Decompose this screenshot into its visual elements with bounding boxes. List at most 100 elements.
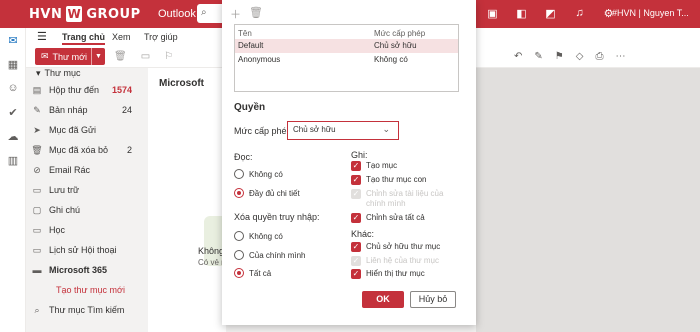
teams-icon[interactable]: ◧ (507, 7, 536, 20)
message-list: Microsoft Không Có vẻ n (148, 68, 226, 332)
hamburger-icon[interactable]: ☰ (37, 30, 47, 43)
dialog-tools: ＋ 🗑 (230, 6, 263, 22)
folder-icon: ▭ (32, 224, 42, 235)
folder-icon: ▬ (32, 265, 42, 275)
read-full-details-radio[interactable]: Đầy đủ chi tiết (234, 188, 300, 198)
new-folder-label: Tạo thư mục mới (56, 285, 125, 295)
toolbar-actions: 🗑 ▭ ⚐ (114, 51, 173, 62)
brand-logo[interactable]: HVN W GROUP (29, 5, 141, 23)
user-name[interactable]: #HVN | Nguyen T... (612, 8, 689, 18)
brand-name: HVN (29, 6, 63, 22)
radio-icon (234, 169, 244, 179)
folder-visible-checkbox[interactable]: ✓ Hiển thị thư mục (351, 269, 451, 279)
archive-icon: ▭ (32, 184, 42, 195)
folder-label: Bản nháp (49, 105, 88, 115)
radio-selected-icon (234, 268, 244, 278)
junk-icon: ⊘ (33, 164, 41, 175)
table-row[interactable]: Default Chủ sở hữu (235, 39, 458, 53)
folder-archive[interactable]: ▭ Lưu trữ (30, 180, 146, 200)
other-group-label: Khác: (351, 229, 375, 239)
new-mail-icon: ✉ (41, 51, 49, 61)
bell-icon[interactable]: ♫ (565, 7, 594, 20)
word-icon[interactable]: ◩ (536, 7, 565, 20)
folder-label: Học (49, 225, 66, 235)
cancel-button[interactable]: Hủy bỏ (410, 291, 456, 308)
folder-junk[interactable]: ⊘ Email Rác (30, 160, 146, 180)
folder-inbox[interactable]: ▤ Hộp thư đến 1574 (30, 80, 146, 100)
radio-icon (234, 250, 244, 260)
row-name: Anonymous (238, 55, 281, 64)
checkbox-label: Chủ sở hữu thư mục (366, 242, 441, 251)
create-items-checkbox[interactable]: ✓ Tạo mục (351, 161, 451, 171)
todo-icon[interactable]: ✔ (0, 100, 26, 124)
folder-deleted[interactable]: 🗑 Mục đã xóa bỏ 2 (30, 140, 146, 160)
check-icon: ✓ (351, 213, 361, 223)
tab-help[interactable]: Trợ giúp (144, 32, 178, 42)
checkbox-label: Tạo mục (366, 161, 398, 170)
brand-suffix: GROUP (86, 6, 141, 22)
table-row[interactable]: Anonymous Không có (235, 53, 458, 67)
check-icon: ✓ (351, 175, 361, 185)
edit-all-checkbox[interactable]: ✓ Chỉnh sửa tất cả (351, 213, 451, 223)
item-count: 2 (126, 145, 132, 155)
app-rail: ✉ ▦ ☺ ✔ ☁ ▥ (0, 28, 26, 332)
print-icon[interactable]: ⎙ (595, 51, 603, 62)
meet-icon[interactable]: ▣ (478, 7, 507, 20)
folder-hoc[interactable]: ▭ Học (30, 220, 146, 240)
radio-label: Của chính mình (249, 250, 306, 260)
new-mail-label: Thư mới (52, 51, 87, 62)
folder-label: Hộp thư đến (49, 85, 100, 95)
permissions-table: Tên Mức cấp phép Default Chủ sở hữu Anon… (234, 24, 459, 92)
folder-conversation-history[interactable]: ▭ Lịch sử Hội thoại (30, 240, 146, 260)
tag-icon[interactable]: ◇ (576, 51, 584, 62)
radio-icon (234, 231, 244, 241)
flag-icon[interactable]: ⚑ (555, 51, 564, 62)
check-icon: ✓ (351, 242, 361, 252)
folder-header[interactable]: ▾ Thư mục (36, 68, 81, 79)
report-icon[interactable]: ⚐ (164, 51, 173, 62)
folder-sent[interactable]: ➤ Mục đã Gửi (30, 120, 146, 140)
top-icons: ▣ ◧ ◩ ♫ ⚙ (478, 7, 623, 20)
folder-notes[interactable]: ▢ Ghi chú (30, 200, 146, 220)
tab-view[interactable]: Xem (112, 32, 131, 42)
inbox-icon: ▤ (32, 84, 42, 95)
permission-level-select[interactable]: Chủ sở hữu ⌄ (287, 121, 399, 140)
ok-button[interactable]: OK (362, 291, 404, 308)
delete-icon[interactable]: 🗑 (249, 6, 263, 22)
mail-icon[interactable]: ✉ (0, 28, 26, 52)
check-icon: ✓ (351, 269, 361, 279)
tab-home[interactable]: Trang chủ (62, 32, 106, 45)
archive-icon[interactable]: ▭ (141, 51, 150, 62)
read-none-radio[interactable]: Không có (234, 169, 283, 179)
delete-none-radio[interactable]: Không có (234, 231, 283, 241)
people-icon[interactable]: ☺ (0, 76, 26, 100)
undo-icon[interactable]: ↶ (514, 51, 522, 62)
delete-all-radio[interactable]: Tất cả (234, 268, 271, 278)
calendar-icon[interactable]: ▦ (0, 52, 26, 76)
permissions-section-title: Quyền (234, 102, 266, 113)
draft-icon: ✎ (33, 104, 41, 115)
folder-icon: ▭ (32, 244, 42, 255)
folder-label: Lịch sử Hội thoại (49, 245, 117, 255)
folder-owner-checkbox[interactable]: ✓ Chủ sở hữu thư mục (351, 242, 451, 252)
folder-search-folders[interactable]: ⌕ Thư mục Tìm kiếm (30, 300, 146, 320)
onedrive-icon[interactable]: ☁ (0, 124, 26, 148)
create-subfolders-checkbox[interactable]: ✓ Tạo thư mục con (351, 175, 451, 185)
apps-icon[interactable]: ▥ (0, 148, 26, 172)
pin-icon[interactable]: ✎ (534, 51, 542, 62)
app-name[interactable]: Outlook (158, 8, 196, 20)
more-icon[interactable]: ⋯ (615, 51, 625, 62)
delete-icon[interactable]: 🗑 (114, 51, 127, 62)
write-group-label: Ghi: (351, 150, 368, 160)
delete-own-radio[interactable]: Của chính mình (234, 250, 305, 260)
folder-microsoft365[interactable]: ▬ Microsoft 365 (30, 260, 146, 280)
new-mail-button[interactable]: ✉ Thư mới ▼ (35, 48, 105, 65)
folder-label: Mục đã xóa bỏ (49, 145, 109, 155)
chevron-down-icon[interactable]: ▼ (91, 48, 105, 65)
checkbox-label: Tạo thư mục con (366, 175, 427, 184)
checkbox-label: Hiển thị thư mục (366, 269, 425, 278)
folder-drafts[interactable]: ✎ Bản nháp 24 (30, 100, 146, 120)
new-folder-link[interactable]: Tạo thư mục mới (30, 280, 146, 300)
add-icon[interactable]: ＋ (230, 6, 241, 22)
permission-level-value: Chủ sở hữu (293, 125, 336, 134)
